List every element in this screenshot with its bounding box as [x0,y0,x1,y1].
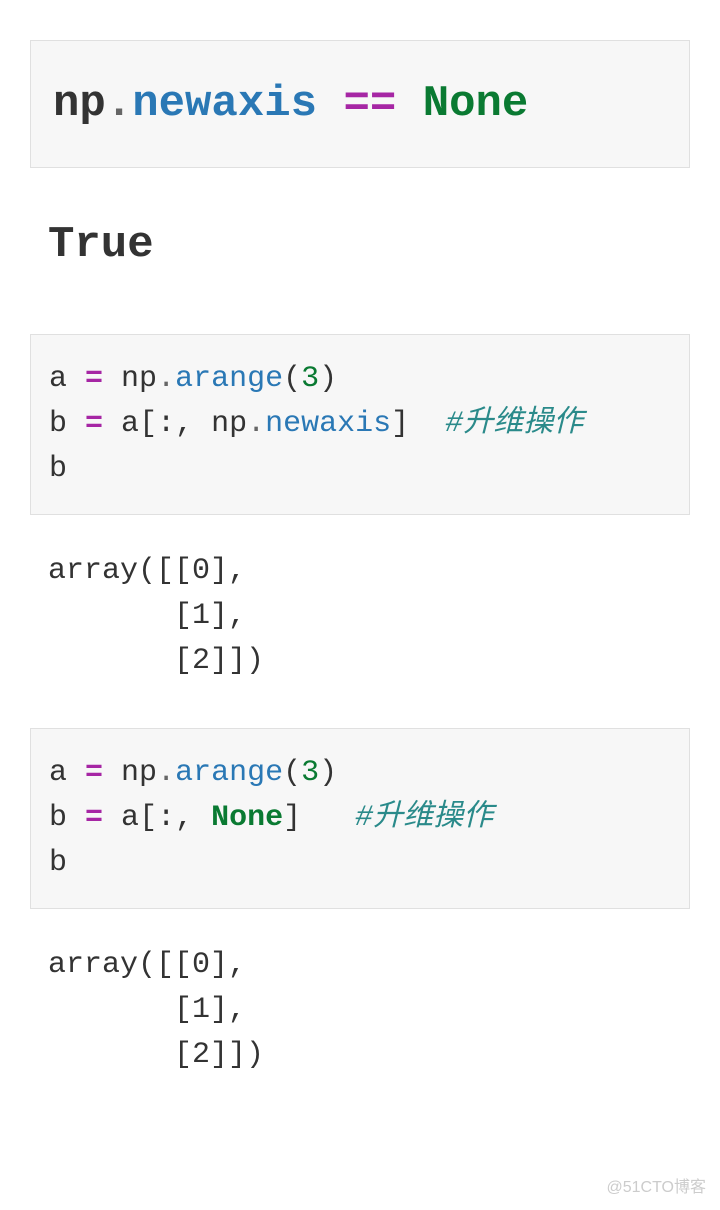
code-token [409,407,445,441]
code-token: newaxis [265,407,391,441]
code-token: arange [175,756,283,790]
code-token: ( [283,756,301,790]
output-3: array([[0], [1], [2]]) [30,943,690,1078]
code-token: None [211,801,283,835]
code-token: :, [157,801,211,835]
code-token: = [85,407,103,441]
code-token: b [49,801,85,835]
code-token: ] [283,801,301,835]
code-token: a [49,362,85,396]
code-token: a [49,756,85,790]
code-token: 3 [301,362,319,396]
code-token: b [49,407,85,441]
code-token: np [121,362,157,396]
code-token: . [157,362,175,396]
code-cell-1: np.newaxis == None [30,40,690,168]
code-token: arange [175,362,283,396]
notebook-container: np.newaxis == None True a = np.arange(3)… [0,0,720,1078]
output-1: True [30,212,690,278]
code-token: ) [319,362,337,396]
code-token: ] [391,407,409,441]
code-token [301,801,355,835]
output-2: array([[0], [1], [2]]) [30,549,690,684]
code-token: ) [319,756,337,790]
code-token: a [121,801,139,835]
code-token: a [121,407,139,441]
code-token: b [49,846,67,880]
code-token: [ [139,801,157,835]
code-token: = [85,801,103,835]
code-token: np [211,407,247,441]
code-token: b [49,452,67,486]
code-token: == [317,79,423,129]
code-token: = [85,756,103,790]
code-token [103,362,121,396]
code-token: . [157,756,175,790]
code-token: 3 [301,756,319,790]
code-token: None [423,79,529,129]
code-token: newaxis [132,79,317,129]
code-cell-2: a = np.arange(3) b = a[:, np.newaxis] #升… [30,334,690,515]
code-token: ( [283,362,301,396]
code-token: . [106,79,132,129]
code-token: = [85,362,103,396]
code-comment: #升维操作 [355,801,493,835]
code-token: [ [139,407,157,441]
watermark: @51CTO博客 [606,1176,706,1200]
code-comment: #升维操作 [445,407,583,441]
code-token: np [121,756,157,790]
code-token [103,801,121,835]
code-token [103,407,121,441]
code-token: np [53,79,106,129]
code-token: :, [157,407,211,441]
code-token: . [247,407,265,441]
code-token [103,756,121,790]
code-cell-3: a = np.arange(3) b = a[:, None] #升维操作 b [30,728,690,909]
